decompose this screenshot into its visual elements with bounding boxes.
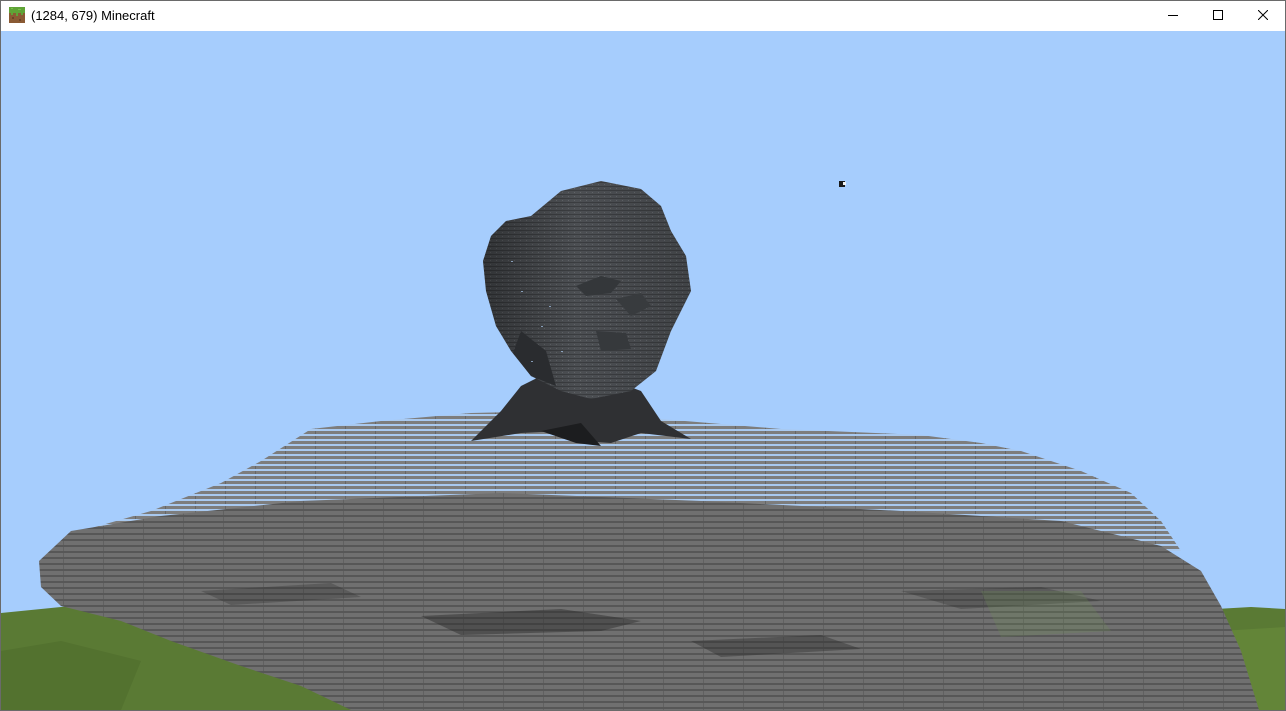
distant-entity — [839, 181, 846, 187]
close-icon — [1257, 7, 1269, 25]
minimize-button[interactable] — [1150, 1, 1196, 31]
minimize-icon — [1168, 7, 1178, 25]
game-viewport[interactable] — [1, 31, 1285, 710]
maximize-button[interactable] — [1195, 1, 1241, 31]
window-title: (1284, 679) Minecraft — [31, 8, 155, 23]
close-button[interactable] — [1240, 1, 1285, 31]
title-bar[interactable]: (1284, 679) Minecraft — [1, 1, 1285, 31]
game-window: (1284, 679) Minecraft — [0, 0, 1286, 711]
grass-block-icon — [9, 7, 25, 23]
maximize-icon — [1213, 7, 1223, 25]
voxel-statue-scene — [1, 31, 1285, 710]
